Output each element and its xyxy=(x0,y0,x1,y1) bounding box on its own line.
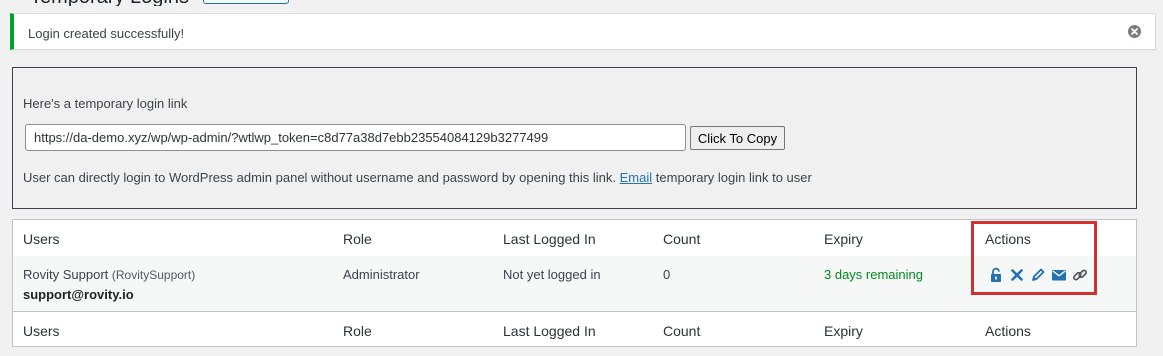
column-footer-count: Count xyxy=(663,323,701,339)
table-header-row: Users Role Last Logged In Count Expiry A… xyxy=(13,220,1136,257)
click-to-copy-button[interactable]: Click To Copy xyxy=(690,126,785,150)
temporary-users-table: Users Role Last Logged In Count Expiry A… xyxy=(12,219,1137,347)
create-new-button-fragment[interactable] xyxy=(203,0,289,4)
column-footer-actions: Actions xyxy=(985,323,1031,339)
success-notice: Login created successfully! xyxy=(10,13,1156,50)
column-header-expiry: Expiry xyxy=(824,231,863,247)
email-link[interactable]: Email xyxy=(620,170,653,185)
lock-icon[interactable] xyxy=(988,267,1004,283)
column-header-last-logged-in: Last Logged In xyxy=(503,231,596,247)
dismiss-notice-button[interactable] xyxy=(1128,25,1141,38)
column-header-users: Users xyxy=(23,231,60,247)
page-heading-strip: Temporary Logins xyxy=(0,0,1163,6)
user-role: Administrator xyxy=(343,267,420,282)
user-display-name: Rovity Support xyxy=(23,267,109,282)
page-title-fragment: Temporary Logins xyxy=(30,0,189,6)
user-last-logged-in: Not yet logged in xyxy=(503,267,601,282)
user-cell: Rovity Support (RovitySupport) support@r… xyxy=(23,267,195,302)
notice-message: Login created successfully! xyxy=(28,26,185,41)
table-footer-row: Users Role Last Logged In Count Expiry A… xyxy=(13,311,1136,348)
pencil-icon[interactable] xyxy=(1030,267,1046,283)
column-header-role: Role xyxy=(343,231,372,247)
column-footer-last-logged-in: Last Logged In xyxy=(503,323,596,339)
link-description: User can directly login to WordPress adm… xyxy=(23,170,812,185)
email-icon[interactable] xyxy=(1051,267,1067,283)
row-actions xyxy=(988,266,1088,284)
temporary-login-link-box: Here's a temporary login link Click To C… xyxy=(12,67,1137,209)
user-expiry: 3 days remaining xyxy=(824,267,923,282)
user-login-name: (RovitySupport) xyxy=(111,268,196,282)
description-text: User can directly login to WordPress adm… xyxy=(23,170,617,185)
column-footer-role: Role xyxy=(343,323,372,339)
close-circle-icon xyxy=(1128,25,1141,38)
link-icon[interactable] xyxy=(1072,267,1088,283)
user-login-count: 0 xyxy=(663,267,671,282)
column-footer-expiry: Expiry xyxy=(824,323,863,339)
column-header-count: Count xyxy=(663,231,701,247)
login-link-input[interactable] xyxy=(25,124,686,151)
link-intro-text: Here's a temporary login link xyxy=(23,96,188,111)
column-header-actions: Actions xyxy=(985,231,1031,247)
close-icon[interactable] xyxy=(1009,267,1025,283)
column-footer-users: Users xyxy=(23,323,60,339)
table-row: Rovity Support (RovitySupport) support@r… xyxy=(13,256,1136,311)
user-email: support@rovity.io xyxy=(23,287,134,302)
description-text-end: temporary login link to user xyxy=(655,170,812,185)
